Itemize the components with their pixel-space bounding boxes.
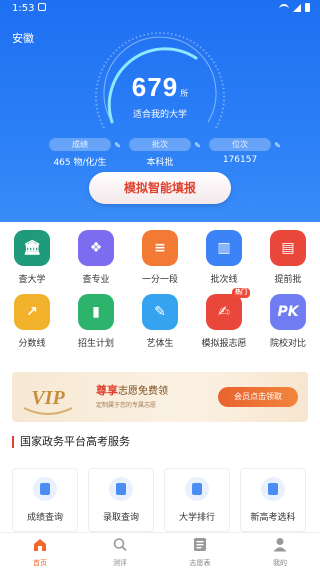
layers-icon: ❖ <box>78 230 114 266</box>
status-icons <box>279 3 310 12</box>
nav-label: 志愿表 <box>189 559 211 567</box>
feature-label: 招生计划 <box>77 339 114 349</box>
service-admission-query[interactable]: 录取查询 <box>88 468 154 532</box>
feature-label: 提前批 <box>274 275 302 285</box>
document-icon: ≡ <box>142 230 178 266</box>
stat-value: 本科批 <box>146 158 174 168</box>
feature-label: 院校对比 <box>269 339 306 349</box>
section-title: 国家政务平台高考服务 <box>12 436 130 448</box>
feature-label: 模拟报志愿 <box>201 339 247 349</box>
feature-art-sports[interactable]: ✎ 艺体生 <box>128 294 192 349</box>
nav-label: 首页 <box>33 559 47 567</box>
stat-value: 465 物/化/生 <box>53 158 107 168</box>
feature-label: 分数线 <box>18 339 46 349</box>
stat-score[interactable]: 成绩 ✎ 465 物/化/生 <box>40 132 121 168</box>
score-caption: 适合我的大学 <box>132 110 187 120</box>
cellular-icon <box>293 3 301 12</box>
stat-label: 位次 ✎ <box>209 138 281 151</box>
feature-label: 查大学 <box>18 275 46 285</box>
stat-value: 176157 <box>222 155 258 165</box>
status-time: 1:53 <box>12 3 35 14</box>
edit-icon[interactable]: ✎ <box>274 139 281 152</box>
user-icon <box>273 538 287 552</box>
vip-claim-button[interactable]: 会员点击领取 <box>218 387 298 407</box>
service-score-query[interactable]: 成绩查询 <box>12 468 78 532</box>
province-selector[interactable]: 安徽 <box>12 30 34 46</box>
feature-college-compare[interactable]: PK 院校对比 <box>256 294 320 349</box>
battery-icon <box>305 3 310 12</box>
bottom-nav: 首页 测评 志愿表 我的 <box>0 532 320 568</box>
feature-label: 一分一段 <box>141 275 178 285</box>
score-stats: 成绩 ✎ 465 物/化/生 批次 ✎ 本科批 位次 ✎ 176157 <box>0 132 320 168</box>
service-label: 成绩查询 <box>26 513 63 523</box>
nav-application-table[interactable]: 志愿表 <box>160 537 240 568</box>
home-icon <box>34 539 46 551</box>
nav-label: 我的 <box>273 559 287 567</box>
service-subject-selection[interactable]: 新高考选科 <box>240 468 306 532</box>
score-display[interactable]: 679 所 <box>0 72 320 103</box>
feature-early-batch[interactable]: ▤ 提前批 <box>256 230 320 285</box>
vip-banner[interactable]: VIP 尊享志愿免费领 定制属于您的专属志愿 会员点击领取 <box>12 372 308 422</box>
bar-chart-icon: ▥ <box>206 230 242 266</box>
feature-find-university[interactable]: 🏛 查大学 <box>0 230 64 285</box>
nav-evaluate[interactable]: 测评 <box>80 537 160 568</box>
stat-label: 成绩 ✎ <box>49 138 121 151</box>
wifi-icon <box>279 3 289 12</box>
form-icon: ✍ 热门 <box>206 288 250 330</box>
list-icon <box>194 538 206 551</box>
palette-icon: ✎ <box>142 294 178 330</box>
vip-badge-icon: VIP <box>23 387 73 415</box>
feature-score-line[interactable]: ↗ 分数线 <box>0 294 64 349</box>
service-university-ranking[interactable]: 大学排行 <box>164 468 230 532</box>
vip-title: 尊享志愿免费领 <box>96 384 168 397</box>
stat-rank[interactable]: 位次 ✎ 176157 <box>200 132 281 165</box>
trend-chart-icon: ↗ <box>14 294 50 330</box>
search-icon <box>113 538 127 552</box>
subject-selection-icon <box>261 477 285 501</box>
score-unit: 所 <box>180 89 189 98</box>
feature-simulate-application[interactable]: ✍ 热门 模拟报志愿 <box>192 288 256 349</box>
stat-label: 批次 ✎ <box>129 138 201 151</box>
feature-score-segment[interactable]: ≡ 一分一段 <box>128 230 192 285</box>
vip-section: VIP 尊享志愿免费领 定制属于您的专属志愿 会员点击领取 <box>0 360 320 434</box>
feature-label: 查专业 <box>82 275 110 285</box>
feature-label: 批次线 <box>210 275 238 285</box>
status-bar: 1:53 <box>0 0 320 18</box>
university-icon: 🏛 <box>14 230 50 266</box>
nav-home[interactable]: 首页 <box>0 537 80 568</box>
book-icon: ▮ <box>78 294 114 330</box>
score-query-icon <box>33 477 57 501</box>
simulate-fill-button[interactable]: 模拟智能填报 <box>89 172 231 204</box>
hot-badge: 热门 <box>231 288 250 298</box>
feature-grid: 🏛 查大学 ❖ 查专业 ≡ 一分一段 ▥ 批次线 ▤ 提前批 ↗ 分数线 ▮ 招… <box>0 222 320 360</box>
vip-subtitle: 定制属于您的专属志愿 <box>96 402 157 409</box>
nav-label: 测评 <box>113 559 127 567</box>
service-label: 新高考选科 <box>250 513 296 523</box>
pk-icon: PK <box>270 294 306 330</box>
service-label: 大学排行 <box>178 513 215 523</box>
header-panel: 1:53 安徽 679 所 适合我的大学 成绩 ✎ 465 物/化/生 批次 ✎ 本科… <box>0 0 320 222</box>
admission-query-icon <box>109 477 133 501</box>
nav-profile[interactable]: 我的 <box>240 537 320 568</box>
scroll-icon: ▤ <box>270 230 306 266</box>
feature-find-major[interactable]: ❖ 查专业 <box>64 230 128 285</box>
score-number: 679 <box>131 72 179 102</box>
gov-services-section: 国家政务平台高考服务 成绩查询 录取查询 大学排行 新高考选科 <box>0 434 320 532</box>
feature-label: 艺体生 <box>146 339 174 349</box>
notification-icon <box>38 3 46 11</box>
feature-enrollment-plan[interactable]: ▮ 招生计划 <box>64 294 128 349</box>
feature-batch-line[interactable]: ▥ 批次线 <box>192 230 256 285</box>
stat-batch[interactable]: 批次 ✎ 本科批 <box>120 132 201 168</box>
service-label: 录取查询 <box>102 513 139 523</box>
vip-badge-text: VIP <box>31 387 65 409</box>
ranking-icon <box>185 477 209 501</box>
